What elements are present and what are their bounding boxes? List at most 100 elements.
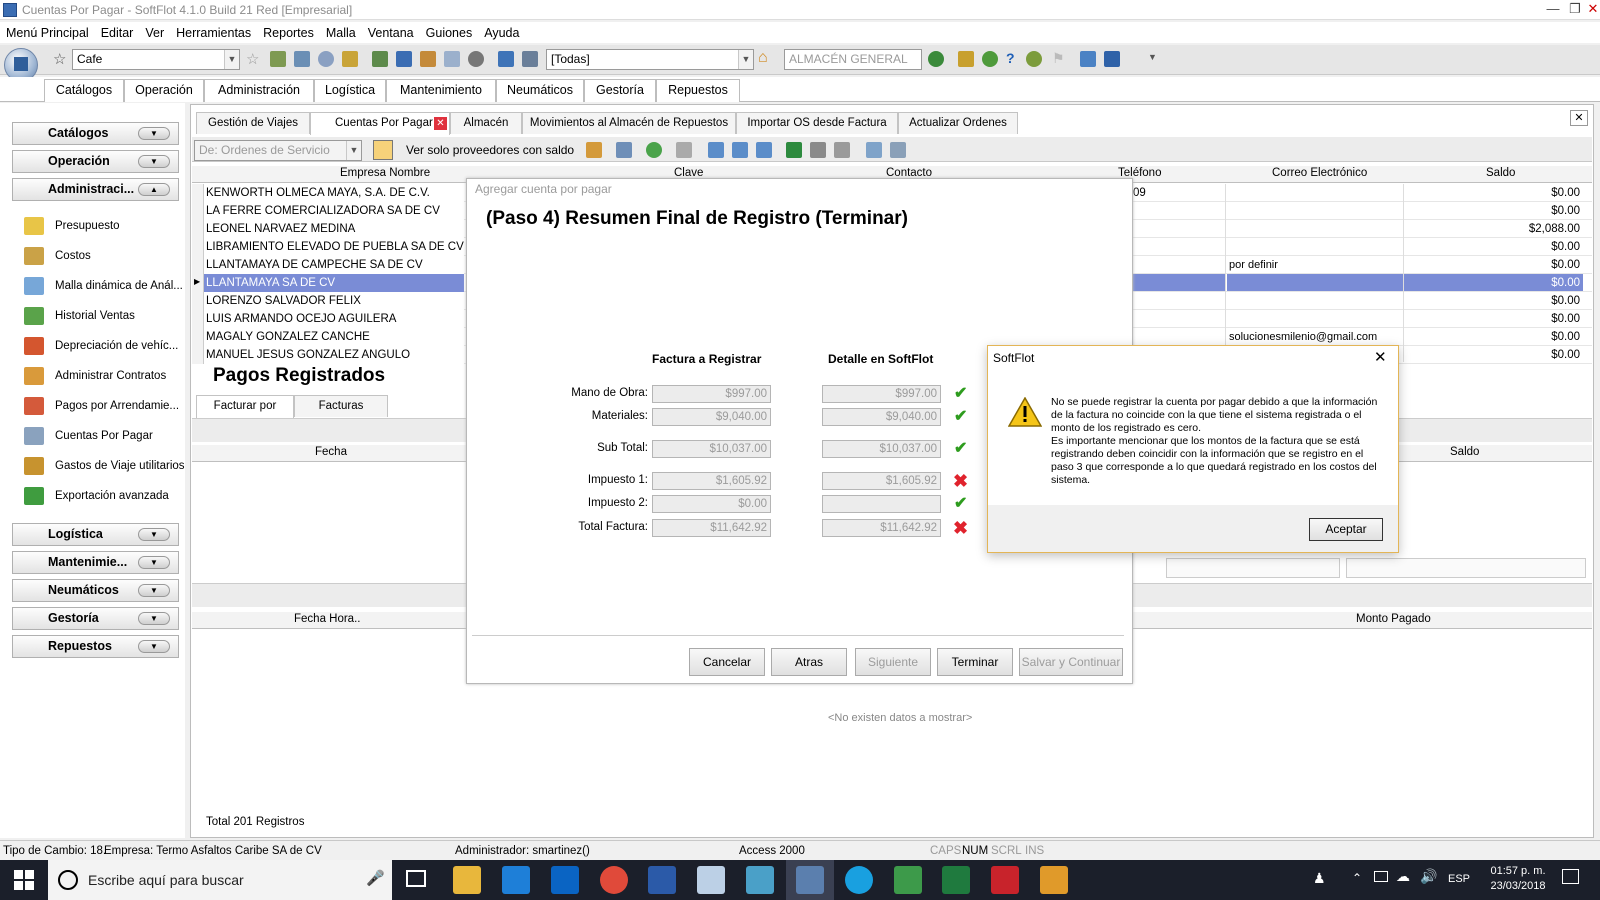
flag-icon[interactable]: ⚑ (1052, 50, 1065, 67)
bug-icon[interactable] (1026, 51, 1042, 67)
provider-row-name[interactable]: LORENZO SALVADOR FELIX (204, 292, 464, 310)
edit-doc-icon[interactable] (810, 142, 826, 158)
tab-facturas-pagadas[interactable]: Facturas Pagadas (294, 395, 388, 432)
toolbar-list-icon[interactable] (444, 51, 460, 67)
provider-row-name[interactable]: LEONEL NARVAEZ MEDINA (204, 220, 464, 238)
menu-editar[interactable]: Editar (95, 22, 140, 40)
tab-facturar-por-pagar[interactable]: Facturar por Pagar (196, 395, 294, 432)
toolbar-clipboard-icon[interactable] (420, 51, 436, 67)
preview-icon[interactable] (866, 142, 882, 158)
nav-group-gestoria[interactable]: Gestoría ▼ (12, 607, 179, 630)
toolbar-new-icon[interactable] (372, 51, 388, 67)
file-explorer-icon[interactable] (453, 866, 481, 894)
softflot-green-icon[interactable] (894, 866, 922, 894)
word-icon[interactable] (648, 866, 676, 894)
col-saldo[interactable]: Saldo (1486, 167, 1515, 179)
print-icon[interactable] (890, 142, 906, 158)
coins-stack-icon[interactable] (586, 142, 602, 158)
softflot-app-icon[interactable] (796, 866, 824, 894)
tool-app-icon[interactable] (746, 866, 774, 894)
acrobat-icon[interactable] (991, 866, 1019, 894)
invoice-amount-field[interactable]: $1,605.92 (652, 472, 771, 490)
nav-group-logistica[interactable]: Logística ▼ (12, 523, 179, 546)
menu-ventana[interactable]: Ventana (362, 22, 420, 40)
task-view-icon[interactable] (406, 870, 426, 887)
windows-start-icon[interactable] (14, 870, 34, 893)
doc-tab-movimientos[interactable]: Movimientos al Almacén de Repuestos (522, 112, 736, 134)
txt-icon[interactable] (834, 142, 850, 158)
close-document-icon[interactable]: ✕ (1570, 110, 1588, 126)
menu-ayuda[interactable]: Ayuda (478, 22, 525, 40)
cloud-icon[interactable]: ☁ (1396, 868, 1410, 885)
tray-chevron-icon[interactable]: ⌃ (1352, 871, 1362, 885)
save-continue-button[interactable]: Salvar y Continuar (1019, 648, 1123, 676)
chat-icon[interactable] (1080, 51, 1096, 67)
col-fecha[interactable]: Fecha (315, 446, 347, 458)
nav-group-operacion[interactable]: Operación ▼ (12, 150, 179, 173)
invoice-amount-field[interactable]: $997.00 (652, 385, 771, 403)
row-selector[interactable] (192, 328, 204, 346)
detail-amount-field[interactable]: $997.00 (822, 385, 941, 403)
ok-button[interactable]: Aceptar (1309, 518, 1383, 541)
nav-group-administracion[interactable]: Administraci... ▲ (12, 178, 179, 201)
doc-tab-importar-os[interactable]: Importar OS desde Factura (736, 112, 898, 134)
microphone-icon[interactable]: 🎤 (366, 869, 385, 887)
detail-amount-field[interactable] (822, 495, 941, 513)
favorite-star-icon[interactable]: ☆ (53, 50, 66, 68)
refresh-icon[interactable] (646, 142, 662, 158)
next-button[interactable]: Siguiente (855, 648, 931, 676)
tab-close-icon[interactable]: ✕ (434, 117, 447, 130)
row-selector[interactable] (192, 256, 204, 274)
provider-row-name[interactable]: LA FERRE COMERCIALIZADORA SA DE CV (204, 202, 464, 220)
menu-principal[interactable]: Menú Principal (0, 22, 95, 40)
volume-icon[interactable]: 🔊 (1420, 868, 1437, 885)
tab-gestoria[interactable]: Gestoría (584, 79, 656, 102)
row-selector[interactable]: ▶ (192, 274, 204, 292)
nav-group-neumaticos[interactable]: Neumáticos ▼ (12, 579, 179, 602)
exit-icon[interactable] (1104, 51, 1120, 67)
tree-icon[interactable] (708, 142, 724, 158)
skype-icon[interactable] (845, 866, 873, 894)
detail-amount-field[interactable]: $9,040.00 (822, 408, 941, 426)
close-icon[interactable]: ✕ (1582, 0, 1600, 18)
detail-amount-field[interactable]: $10,037.00 (822, 440, 941, 458)
doc-tab-actualizar[interactable]: Actualizar Ordenes (898, 112, 1018, 134)
edge-icon[interactable] (502, 866, 530, 894)
row-selector[interactable] (192, 220, 204, 238)
toolbar-users-icon[interactable] (342, 51, 358, 67)
excel-icon[interactable] (786, 142, 802, 158)
menu-malla[interactable]: Malla (320, 22, 362, 40)
toolbar-book-icon[interactable] (498, 51, 514, 67)
warehouse-field[interactable]: ALMACÉN GENERAL (784, 49, 922, 70)
home-icon[interactable]: ⌂ (758, 49, 768, 67)
key-icon[interactable] (958, 51, 974, 67)
toolbar-calc-icon[interactable] (270, 51, 286, 67)
menu-guiones[interactable]: Guiones (420, 22, 479, 40)
invoice-amount-field[interactable]: $0.00 (652, 495, 771, 513)
provider-row-name[interactable]: MANUEL JESUS GONZALEZ ANGULO (204, 346, 464, 364)
from-combo[interactable]: De: Ordenes de Servicio ▼ (194, 140, 362, 161)
toolbar-image-icon[interactable] (294, 51, 310, 67)
only-balance-toggle[interactable]: Ver solo proveedores con saldo (406, 143, 574, 157)
col-fecha-hora[interactable]: Fecha Hora.. (294, 613, 360, 625)
detail-amount-field[interactable]: $11,642.92 (822, 519, 941, 537)
globe-icon[interactable] (928, 51, 944, 67)
row-selector[interactable] (192, 346, 204, 364)
tab-administracion[interactable]: Administración (204, 79, 314, 102)
toolbar-gauge-icon[interactable] (318, 51, 334, 67)
coins-icon[interactable] (982, 51, 998, 67)
toolbar-99-icon[interactable] (396, 51, 412, 67)
clock-date[interactable]: 23/03/2018 (1488, 880, 1548, 892)
company-combo[interactable]: Cafe ▼ (72, 49, 240, 70)
back-button[interactable]: Atras (771, 648, 847, 676)
input-language[interactable]: ESP (1448, 873, 1470, 885)
detail-amount-field[interactable]: $1,605.92 (822, 472, 941, 490)
invoice-amount-field[interactable]: $10,037.00 (652, 440, 771, 458)
invoice-amount-field[interactable]: $11,642.92 (652, 519, 771, 537)
tab-neumaticos[interactable]: Neumáticos (496, 79, 584, 102)
menu-reportes[interactable]: Reportes (257, 22, 320, 40)
provider-row-name[interactable]: LIBRAMIENTO ELEVADO DE PUEBLA SA DE CV (204, 238, 464, 256)
battery-icon[interactable] (1374, 871, 1388, 882)
tab-logistica[interactable]: Logística (314, 79, 386, 102)
people-icon[interactable]: ♟ (1313, 870, 1326, 887)
